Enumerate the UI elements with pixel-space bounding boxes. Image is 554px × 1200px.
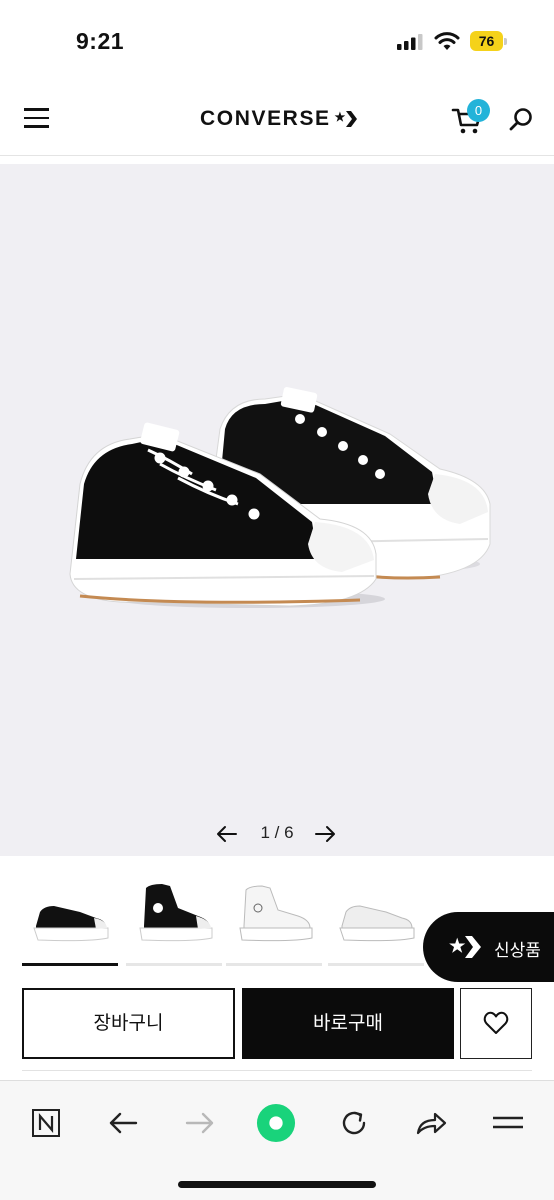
heart-icon bbox=[483, 1011, 509, 1034]
status-time: 9:21 bbox=[76, 28, 125, 54]
share-icon[interactable] bbox=[411, 1103, 451, 1143]
buy-now-button[interactable]: 바로구매 bbox=[242, 988, 454, 1059]
arrow-left-icon[interactable] bbox=[216, 823, 238, 845]
add-to-cart-button[interactable]: 장바구니 bbox=[22, 988, 235, 1059]
arrow-right-icon[interactable] bbox=[314, 823, 336, 845]
cart-count-badge: 0 bbox=[467, 99, 490, 122]
menu-lines-icon[interactable] bbox=[488, 1103, 528, 1143]
brand-logo[interactable]: CONVERSE bbox=[200, 106, 358, 132]
cellular-signal-icon bbox=[397, 34, 423, 50]
forward-arrow-icon bbox=[180, 1103, 220, 1143]
thumbnail-white-low[interactable] bbox=[328, 870, 424, 966]
brand-name: CONVERSE bbox=[200, 107, 331, 130]
menu-icon[interactable] bbox=[24, 108, 49, 130]
converse-star-chevron-icon bbox=[334, 111, 357, 127]
wishlist-button[interactable] bbox=[460, 988, 532, 1059]
battery-icon: 76 bbox=[470, 31, 507, 51]
back-arrow-icon[interactable] bbox=[103, 1103, 143, 1143]
product-image-gallery[interactable]: 1 / 6 bbox=[0, 164, 554, 856]
naver-n-icon[interactable] bbox=[26, 1103, 66, 1143]
wifi-icon bbox=[434, 32, 460, 50]
section-divider bbox=[22, 1070, 532, 1071]
gallery-pager: 1 / 6 bbox=[0, 820, 554, 850]
new-arrivals-button[interactable]: 신상품 bbox=[423, 912, 554, 982]
thumbnail-strip bbox=[22, 870, 442, 966]
battery-level: 76 bbox=[470, 31, 503, 51]
search-icon[interactable] bbox=[508, 107, 534, 133]
status-bar: 9:21 76 bbox=[0, 0, 554, 80]
site-header: CONVERSE 0 bbox=[0, 80, 554, 156]
home-indicator bbox=[178, 1181, 376, 1188]
green-dot-icon[interactable] bbox=[256, 1103, 296, 1143]
thumbnail-black-low[interactable] bbox=[22, 870, 118, 966]
refresh-icon[interactable] bbox=[334, 1103, 374, 1143]
product-image bbox=[69, 387, 491, 608]
thumbnail-black-high[interactable] bbox=[126, 870, 222, 966]
converse-star-chevron-icon bbox=[449, 936, 481, 958]
new-arrivals-label: 신상품 bbox=[494, 941, 541, 960]
gallery-counter: 1 / 6 bbox=[260, 823, 294, 842]
thumbnail-white-high[interactable] bbox=[226, 870, 322, 966]
browser-toolbar bbox=[0, 1080, 554, 1200]
